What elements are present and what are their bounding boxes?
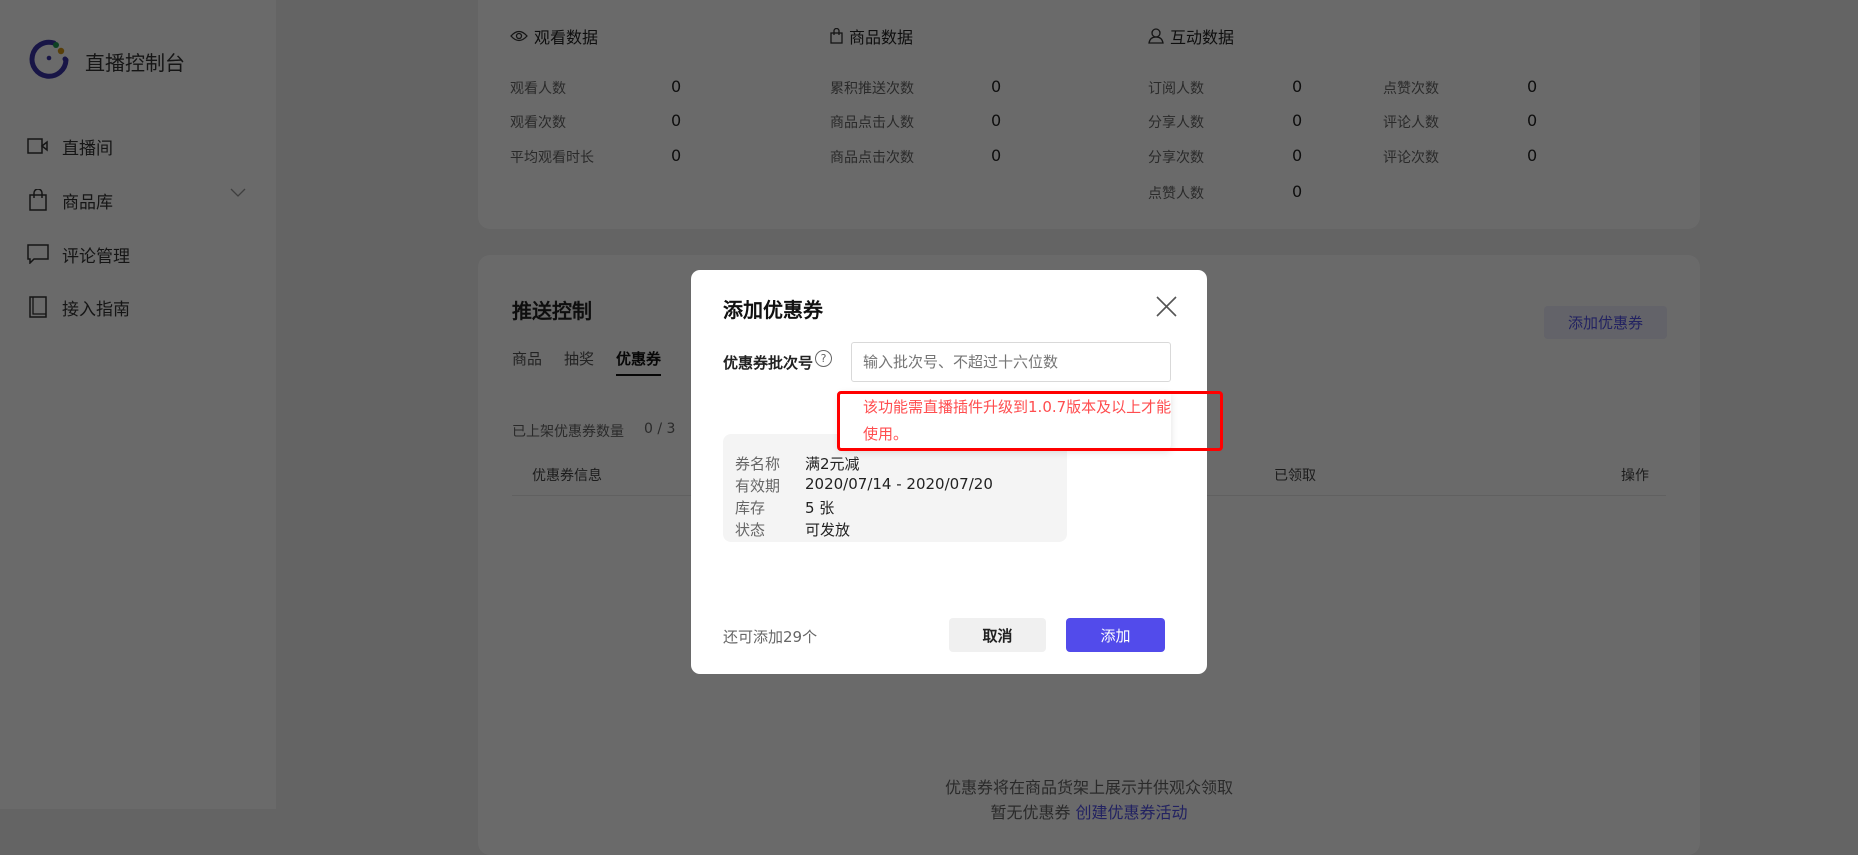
coupon-field-label: 有效期: [735, 477, 781, 495]
sidebar-item-comments[interactable]: 评论管理: [26, 239, 246, 269]
stat-label: 平均观看时长: [510, 150, 594, 166]
stat-value: 0: [991, 77, 1002, 96]
shopping-bag-icon: [26, 188, 50, 212]
stat-value: 0: [671, 77, 682, 96]
coupon-field-label: 状态: [735, 521, 766, 539]
add-coupon-modal: 添加优惠券 优惠券批次号 ? 券名称 满2元减有效期 2020/07/14 - 20…: [691, 270, 1223, 674]
empty-state-text: 暂无优惠券: [990, 803, 1071, 822]
add-coupon-button[interactable]: 添加优惠券: [1544, 306, 1667, 339]
tab-lottery[interactable]: 抽奖: [564, 348, 594, 369]
stat-value: 0: [1292, 111, 1303, 130]
stat-label: 订阅人数: [1148, 81, 1204, 97]
empty-state: 暂无优惠券 创建优惠券活动: [478, 799, 1700, 823]
coupon-field-value: 可发放: [805, 521, 851, 539]
batch-number-input[interactable]: [851, 342, 1171, 382]
book-icon: [26, 295, 50, 319]
goods-data-title: 商品数据: [849, 28, 914, 47]
stat-value: 0: [1292, 182, 1303, 201]
stat-value: 0: [1527, 77, 1538, 96]
user-icon: [1148, 28, 1164, 44]
column-received: 已领取: [1274, 468, 1316, 484]
stat-label: 观看次数: [510, 115, 566, 131]
batch-number-label: 优惠券批次号: [723, 354, 814, 372]
sidebar-item-label: 评论管理: [62, 246, 130, 267]
stat-value: 0: [1527, 111, 1538, 130]
eye-icon: [510, 30, 528, 42]
cancel-button[interactable]: 取消: [949, 618, 1046, 652]
stat-value: 0: [1292, 77, 1303, 96]
stat-value: 0: [671, 146, 682, 165]
coupon-field-value: 2020/07/14 - 2020/07/20: [805, 475, 993, 493]
tab-coupon[interactable]: 优惠券: [616, 348, 662, 376]
close-icon[interactable]: [1156, 296, 1177, 317]
sidebar-item-guide[interactable]: 接入指南: [26, 292, 246, 322]
sidebar-item-label: 直播间: [62, 138, 113, 159]
coupon-count-label: 已上架优惠券数量: [512, 424, 624, 440]
help-icon[interactable]: ?: [815, 350, 832, 367]
stat-label: 点赞人数: [1148, 186, 1204, 202]
stat-label: 商品点击次数: [830, 150, 914, 166]
create-coupon-link[interactable]: 创建优惠券活动: [1076, 803, 1188, 822]
stat-label: 评论人数: [1383, 115, 1439, 131]
interact-data-title: 互动数据: [1170, 28, 1235, 47]
stats-card: 观看数据 商品数据 互动数据 观看人数 0 观看次数 0 平均观看时长 0 累积推送次数 0 商…: [478, 0, 1700, 229]
sidebar-item-goods[interactable]: 商品库: [26, 185, 246, 215]
sidebar-item-label: 接入指南: [62, 299, 130, 320]
stat-value: 0: [991, 146, 1002, 165]
stat-label: 观看人数: [510, 81, 566, 97]
tab-goods[interactable]: 商品: [512, 348, 542, 369]
stat-label: 分享次数: [1148, 150, 1204, 166]
column-actions: 操作: [1621, 468, 1649, 484]
shopping-bag-icon: [830, 28, 843, 44]
comment-icon: [26, 242, 50, 266]
stat-label: 评论次数: [1383, 150, 1439, 166]
stat-value: 0: [1292, 146, 1303, 165]
watch-data-title: 观看数据: [534, 28, 599, 47]
interact-data-header: 互动数据: [1148, 24, 1234, 48]
confirm-add-button[interactable]: 添加: [1066, 618, 1165, 652]
modal-title: 添加优惠券: [723, 298, 823, 322]
sidebar-item-label: 商品库: [62, 192, 113, 213]
sidebar-item-live-room[interactable]: 直播间: [26, 131, 246, 161]
watch-data-header: 观看数据: [510, 24, 598, 48]
app-title: 直播控制台: [85, 51, 185, 75]
coupon-count-value: 0 / 3: [644, 421, 676, 437]
coupon-info-box: 券名称 满2元减有效期 2020/07/14 - 2020/07/20 库存 5 张状态…: [723, 434, 1067, 542]
app-logo: [29, 39, 69, 79]
upgrade-tooltip: 该功能需直播插件升级到1.0.7版本及以上才能 使用。: [839, 391, 1171, 449]
stat-label: 累积推送次数: [830, 81, 914, 97]
coupon-field-label: 库存: [735, 499, 766, 517]
goods-data-header: 商品数据: [830, 24, 913, 48]
chevron-down-icon[interactable]: [230, 188, 246, 198]
coupon-field-label: 券名称: [735, 455, 781, 473]
stat-value: 0: [991, 111, 1002, 130]
remaining-count: 还可添加29个: [723, 628, 818, 646]
empty-text: 优惠券将在商品货架上展示并供观众领取: [944, 778, 1233, 797]
tooltip-line-2: 使用。: [863, 425, 909, 443]
video-camera-icon: [26, 134, 50, 158]
stat-value: 0: [671, 111, 682, 130]
column-coupon-info: 优惠券信息: [532, 468, 602, 484]
coupon-field-value: 满2元减: [805, 455, 860, 473]
stat-value: 0: [1527, 146, 1538, 165]
stat-label: 点赞次数: [1383, 81, 1439, 97]
sidebar: 直播控制台 直播间 商品库 评论管理 接入指南: [0, 0, 276, 809]
stat-label: 分享人数: [1148, 115, 1204, 131]
coupon-field-value: 5 张: [805, 499, 835, 517]
stat-label: 商品点击人数: [830, 115, 914, 131]
push-title: 推送控制: [512, 299, 592, 323]
tooltip-line-1: 该功能需直播插件升级到1.0.7版本及以上才能: [863, 398, 1172, 416]
